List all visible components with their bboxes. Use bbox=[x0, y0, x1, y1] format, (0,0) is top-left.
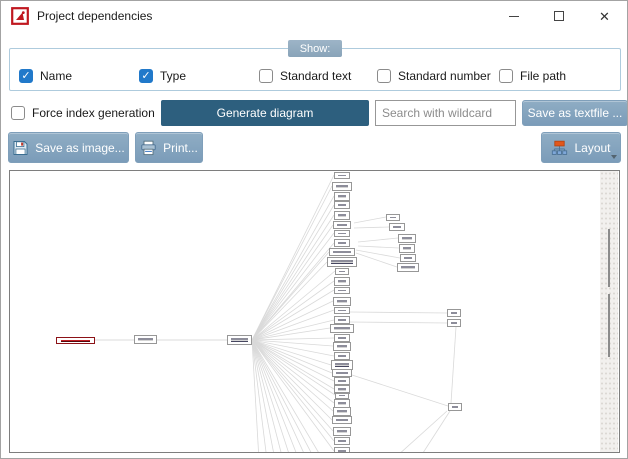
checkbox-icon bbox=[259, 69, 273, 83]
close-button[interactable]: ✕ bbox=[581, 1, 627, 31]
layout-label: Layout bbox=[574, 140, 611, 155]
dependency-node[interactable] bbox=[330, 324, 354, 333]
dependency-node[interactable] bbox=[334, 239, 350, 247]
dependency-node[interactable] bbox=[334, 377, 350, 385]
dependency-node[interactable] bbox=[334, 230, 350, 237]
save-image-button[interactable]: Save as image... bbox=[8, 132, 129, 163]
dependency-node[interactable] bbox=[334, 447, 350, 452]
dependency-node[interactable] bbox=[333, 221, 351, 229]
scrollbar-thumb[interactable] bbox=[608, 229, 610, 287]
dependency-node[interactable] bbox=[400, 254, 416, 262]
dependency-node[interactable] bbox=[333, 342, 351, 351]
search-input[interactable] bbox=[375, 100, 516, 126]
layout-hierarchy-icon bbox=[552, 140, 568, 155]
dependency-node[interactable] bbox=[332, 369, 352, 377]
dependency-node[interactable] bbox=[334, 287, 350, 294]
dependency-diagram[interactable] bbox=[9, 170, 620, 453]
dependency-node[interactable] bbox=[447, 319, 461, 327]
checkbox-icon bbox=[139, 69, 153, 83]
dependency-node[interactable] bbox=[335, 268, 349, 275]
dependency-node[interactable] bbox=[332, 182, 352, 191]
dependency-node[interactable] bbox=[334, 334, 350, 342]
dependency-node[interactable] bbox=[333, 297, 351, 306]
minimize-button[interactable] bbox=[491, 1, 536, 31]
dependency-node[interactable] bbox=[334, 192, 350, 201]
dependency-node[interactable] bbox=[327, 257, 357, 267]
checkbox-icon bbox=[499, 69, 513, 83]
dependency-node[interactable] bbox=[334, 307, 350, 314]
dependency-node[interactable] bbox=[334, 211, 350, 220]
show-group-label: Show: bbox=[288, 40, 342, 57]
scrollbar-thumb[interactable] bbox=[608, 294, 610, 357]
printer-icon bbox=[141, 140, 156, 155]
dropdown-caret-icon bbox=[611, 155, 617, 159]
show-checkbox-standard-number[interactable]: Standard number bbox=[377, 68, 491, 84]
generate-diagram-button[interactable]: Generate diagram bbox=[161, 100, 369, 126]
checkbox-label: Standard number bbox=[398, 69, 491, 83]
save-textfile-button[interactable]: Save as textfile ... bbox=[522, 100, 627, 126]
titlebar: Project dependencies ✕ bbox=[1, 1, 627, 31]
checkbox-label: Standard text bbox=[280, 69, 352, 83]
dependency-node[interactable] bbox=[447, 309, 461, 317]
dependency-node[interactable] bbox=[56, 337, 95, 344]
layout-button[interactable]: Layout bbox=[541, 132, 621, 163]
show-checkbox-type[interactable]: Type bbox=[139, 68, 186, 84]
dependency-edges bbox=[95, 174, 457, 452]
project-dependencies-window: Project dependencies ✕ Show: Name Type Sta… bbox=[0, 0, 628, 459]
dependency-node[interactable] bbox=[334, 172, 350, 179]
minimize-icon bbox=[508, 15, 519, 17]
show-checkbox-name[interactable]: Name bbox=[19, 68, 72, 84]
force-index-checkbox[interactable]: Force index generation bbox=[11, 105, 155, 121]
dependency-node[interactable] bbox=[333, 407, 351, 416]
dependency-node[interactable] bbox=[334, 316, 350, 324]
checkbox-icon bbox=[19, 69, 33, 83]
print-button[interactable]: Print... bbox=[135, 132, 203, 163]
checkbox-label: Name bbox=[40, 69, 73, 83]
maximize-icon bbox=[553, 11, 564, 21]
dependency-node[interactable] bbox=[332, 416, 352, 424]
dependency-node[interactable] bbox=[334, 437, 350, 445]
app-icon bbox=[11, 7, 29, 25]
dependency-node[interactable] bbox=[448, 403, 462, 411]
window-title: Project dependencies bbox=[37, 9, 153, 23]
dependency-node[interactable] bbox=[398, 234, 416, 243]
dependency-node[interactable] bbox=[334, 277, 350, 286]
dependency-node[interactable] bbox=[399, 244, 415, 253]
maximize-button[interactable] bbox=[536, 1, 581, 31]
dependency-node[interactable] bbox=[386, 214, 400, 221]
save-image-label: Save as image... bbox=[35, 140, 125, 155]
dependency-node[interactable] bbox=[333, 427, 351, 436]
dependency-node[interactable] bbox=[334, 201, 350, 209]
checkbox-icon bbox=[11, 106, 25, 120]
dependency-node[interactable] bbox=[334, 352, 350, 360]
dependency-node[interactable] bbox=[329, 248, 355, 256]
dependency-node[interactable] bbox=[335, 392, 349, 399]
checkbox-label: File path bbox=[520, 69, 567, 83]
dependency-node[interactable] bbox=[134, 335, 157, 344]
show-checkbox-file-path[interactable]: File path bbox=[499, 68, 566, 84]
close-icon: ✕ bbox=[599, 8, 610, 24]
checkbox-label: Type bbox=[160, 69, 187, 83]
checkbox-icon bbox=[377, 69, 391, 83]
dependency-node[interactable] bbox=[389, 223, 405, 231]
dependency-node[interactable] bbox=[397, 263, 419, 272]
print-label: Print... bbox=[163, 140, 198, 155]
dependency-node[interactable] bbox=[227, 335, 252, 345]
vertical-scrollbar[interactable] bbox=[600, 171, 618, 452]
force-index-label: Force index generation bbox=[32, 106, 155, 120]
show-checkbox-standard-text[interactable]: Standard text bbox=[259, 68, 351, 84]
floppy-disk-icon bbox=[13, 140, 28, 155]
